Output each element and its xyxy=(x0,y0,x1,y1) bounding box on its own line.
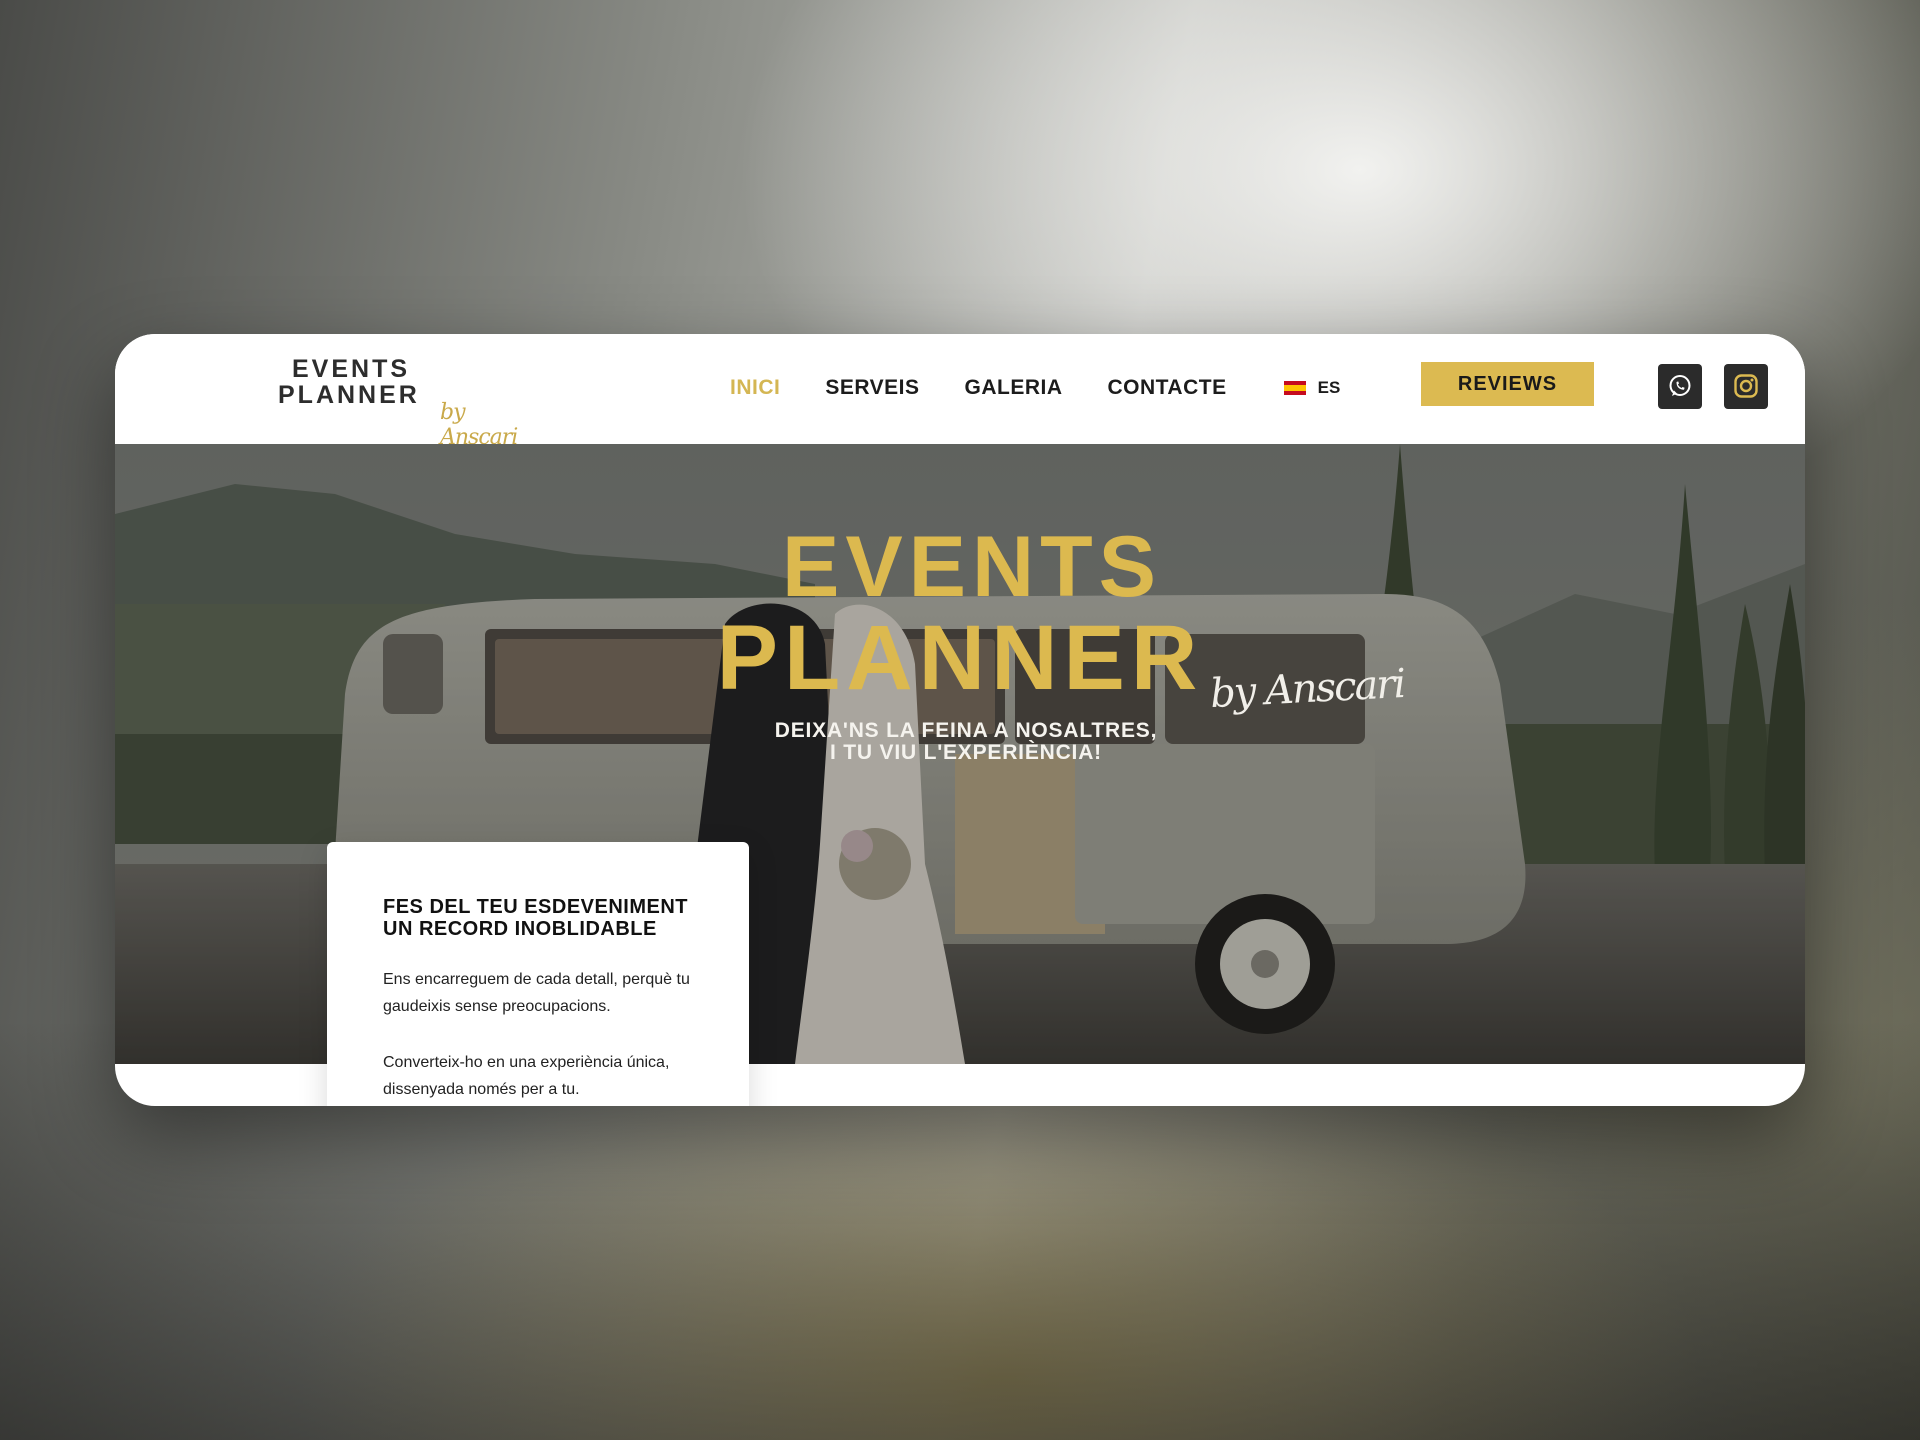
nav-item-contacte[interactable]: CONTACTE xyxy=(1108,376,1227,400)
main-menu: INICI SERVEIS GALERIA CONTACTE ES xyxy=(730,370,1340,406)
whatsapp-button[interactable] xyxy=(1658,364,1702,409)
navbar: EVENTS PLANNER by Anscari INICI SERVEIS … xyxy=(115,334,1805,450)
intro-card-paragraph-2: Converteix-ho en una experiència única, … xyxy=(383,1054,670,1098)
hero-title-planner: PLANNER xyxy=(716,607,1204,709)
website-window: EVENTS PLANNER by Anscari INICI SERVEIS … xyxy=(115,334,1805,1106)
hero-title-events: EVENTS xyxy=(781,519,1163,615)
brand-logo[interactable]: EVENTS PLANNER by Anscari xyxy=(278,355,518,450)
hero-tagline-line2: I TU VIU L'EXPERIÈNCIA! xyxy=(830,741,1102,764)
logo-line-events: EVENTS xyxy=(292,355,411,383)
hero-tagline-line1: DEIXA'NS LA FEINA A NOSALTRES, xyxy=(774,719,1158,742)
intro-card-paragraph-1: Ens encarreguem de cada detall, perquè t… xyxy=(383,971,690,1015)
instagram-icon xyxy=(1734,374,1758,398)
nav-item-galeria[interactable]: GALERIA xyxy=(965,376,1063,400)
language-switcher[interactable]: ES xyxy=(1283,378,1341,398)
intro-card-title: FES DEL TEU ESDEVENIMENT UN RECORD INOBL… xyxy=(383,896,689,940)
instagram-button[interactable] xyxy=(1724,364,1768,409)
reviews-button[interactable]: REVIEWS xyxy=(1421,362,1594,406)
spain-flag-icon xyxy=(1283,381,1306,395)
language-label: ES xyxy=(1317,378,1341,397)
intro-card: FES DEL TEU ESDEVENIMENT UN RECORD INOBL… xyxy=(327,842,749,1106)
nav-item-inici[interactable]: INICI xyxy=(730,376,780,400)
logo-line-planner: PLANNER xyxy=(278,381,420,409)
logo-by-anscari: by Anscari xyxy=(440,400,518,450)
whatsapp-icon xyxy=(1669,375,1691,396)
nav-item-serveis[interactable]: SERVEIS xyxy=(825,376,919,400)
